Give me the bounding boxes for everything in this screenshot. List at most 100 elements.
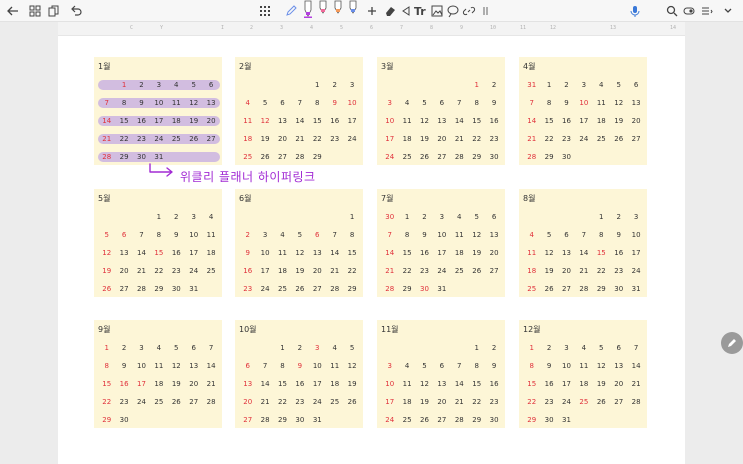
day-cell[interactable]: 24 xyxy=(309,395,326,409)
day-cell[interactable]: 7 xyxy=(575,228,592,242)
day-cell[interactable]: 19 xyxy=(540,264,557,278)
day-cell[interactable] xyxy=(627,413,644,427)
day-cell[interactable]: 15 xyxy=(468,114,485,128)
day-cell[interactable]: 13 xyxy=(433,377,450,391)
day-cell[interactable]: 16 xyxy=(168,246,185,260)
day-cell[interactable]: 11 xyxy=(274,246,291,260)
week-row[interactable]: 123456 xyxy=(98,76,220,94)
day-cell[interactable]: 20 xyxy=(115,264,132,278)
month-card[interactable]: 1월 1 2 3 4 5 6 7 8 9 10 11 12 13 14 15 16 17 18 19 20 21 22 23 2… xyxy=(94,57,222,165)
day-cell[interactable]: 19 xyxy=(256,132,273,146)
week-row[interactable]: 14 15 16 17 18 19 20 xyxy=(98,112,220,130)
day-cell[interactable]: 26 xyxy=(98,282,115,296)
day-cell[interactable]: 6 xyxy=(115,228,132,242)
day-cell[interactable]: 15 xyxy=(309,114,326,128)
add-icon[interactable] xyxy=(365,3,379,19)
day-cell[interactable] xyxy=(274,78,291,92)
day-cell[interactable]: 26 xyxy=(610,132,627,146)
day-cell[interactable]: 7 xyxy=(256,359,273,373)
day-cell[interactable]: 26 xyxy=(416,150,433,164)
day-cell[interactable]: 18 xyxy=(398,395,415,409)
day-cell[interactable] xyxy=(558,210,575,224)
day-cell[interactable]: 2 xyxy=(558,78,575,92)
pen-orange-icon[interactable] xyxy=(333,0,343,18)
day-cell[interactable]: 7 xyxy=(326,228,343,242)
day-cell[interactable]: 29 xyxy=(540,150,557,164)
day-cell[interactable]: 14 xyxy=(451,377,468,391)
day-cell[interactable]: 3 xyxy=(133,341,150,355)
day-cell[interactable]: 25 xyxy=(398,150,415,164)
day-cell[interactable]: 10 xyxy=(381,377,398,391)
day-cell[interactable]: 2 xyxy=(115,341,132,355)
day-cell[interactable]: 12 xyxy=(610,96,627,110)
day-cell[interactable]: 9 xyxy=(558,96,575,110)
day-cell[interactable]: 18 xyxy=(326,377,343,391)
day-cell[interactable]: 9 xyxy=(540,359,557,373)
day-cell[interactable]: 17 xyxy=(309,377,326,391)
day-cell[interactable]: 21 xyxy=(256,395,273,409)
day-cell[interactable] xyxy=(239,78,256,92)
day-cell[interactable]: 14 xyxy=(202,359,219,373)
day-cell[interactable]: 13 xyxy=(610,359,627,373)
day-cell[interactable]: 24 xyxy=(343,132,360,146)
day-cell[interactable]: 11 xyxy=(398,377,415,391)
day-cell[interactable]: 3 xyxy=(575,78,592,92)
day-cell[interactable]: 27 xyxy=(202,132,219,146)
day-cell[interactable]: 15 xyxy=(115,114,132,128)
day-cell[interactable]: 20 xyxy=(202,114,219,128)
reading-mode-icon[interactable] xyxy=(682,3,696,19)
day-cell[interactable]: 20 xyxy=(274,132,291,146)
chevron-down-icon[interactable] xyxy=(721,3,735,19)
day-cell[interactable]: 9 xyxy=(326,96,343,110)
day-cell[interactable]: 24 xyxy=(575,132,592,146)
day-cell[interactable] xyxy=(433,78,450,92)
day-cell[interactable]: 8 xyxy=(150,228,167,242)
day-cell[interactable] xyxy=(256,78,273,92)
day-cell[interactable]: 9 xyxy=(239,246,256,260)
day-cell[interactable]: 6 xyxy=(239,359,256,373)
day-cell[interactable]: 15 xyxy=(274,377,291,391)
day-cell[interactable]: 28 xyxy=(291,150,308,164)
day-cell[interactable]: 7 xyxy=(451,359,468,373)
day-cell[interactable]: 3 xyxy=(381,359,398,373)
day-cell[interactable]: 4 xyxy=(575,341,592,355)
day-cell[interactable]: 1 xyxy=(343,210,360,224)
day-cell[interactable] xyxy=(610,413,627,427)
day-cell[interactable]: 21 xyxy=(575,264,592,278)
day-cell[interactable]: 19 xyxy=(98,264,115,278)
day-cell[interactable]: 10 xyxy=(256,246,273,260)
day-cell[interactable]: 19 xyxy=(468,246,485,260)
day-cell[interactable]: 18 xyxy=(593,114,610,128)
day-cell[interactable]: 1 xyxy=(115,78,132,92)
day-cell[interactable]: 10 xyxy=(309,359,326,373)
day-cell[interactable] xyxy=(416,341,433,355)
day-cell[interactable]: 1 xyxy=(468,341,485,355)
day-cell[interactable]: 16 xyxy=(326,114,343,128)
day-cell[interactable] xyxy=(168,413,185,427)
day-cell[interactable]: 29 xyxy=(593,282,610,296)
undo-icon[interactable] xyxy=(69,3,83,19)
day-cell[interactable]: 23 xyxy=(485,395,502,409)
keyboard-toggle-icon[interactable] xyxy=(258,3,272,19)
day-cell[interactable]: 17 xyxy=(343,114,360,128)
day-cell[interactable] xyxy=(468,282,485,296)
day-cell[interactable]: 27 xyxy=(558,282,575,296)
day-cell[interactable]: 6 xyxy=(433,359,450,373)
day-cell[interactable]: 29 xyxy=(115,150,132,164)
day-cell[interactable]: 10 xyxy=(381,114,398,128)
day-cell[interactable] xyxy=(326,150,343,164)
day-cell[interactable]: 20 xyxy=(627,114,644,128)
day-cell[interactable]: 3 xyxy=(150,78,167,92)
day-cell[interactable] xyxy=(98,78,115,92)
day-cell[interactable]: 2 xyxy=(168,210,185,224)
day-cell[interactable]: 6 xyxy=(610,341,627,355)
lasso-icon[interactable] xyxy=(399,3,413,19)
day-cell[interactable]: 25 xyxy=(326,395,343,409)
day-cell[interactable]: 25 xyxy=(274,282,291,296)
day-cell[interactable]: 7 xyxy=(523,96,540,110)
day-cell[interactable]: 2 xyxy=(326,78,343,92)
day-cell[interactable]: 15 xyxy=(523,377,540,391)
day-cell[interactable]: 14 xyxy=(98,114,115,128)
day-cell[interactable]: 12 xyxy=(256,114,273,128)
day-cell[interactable]: 23 xyxy=(540,395,557,409)
